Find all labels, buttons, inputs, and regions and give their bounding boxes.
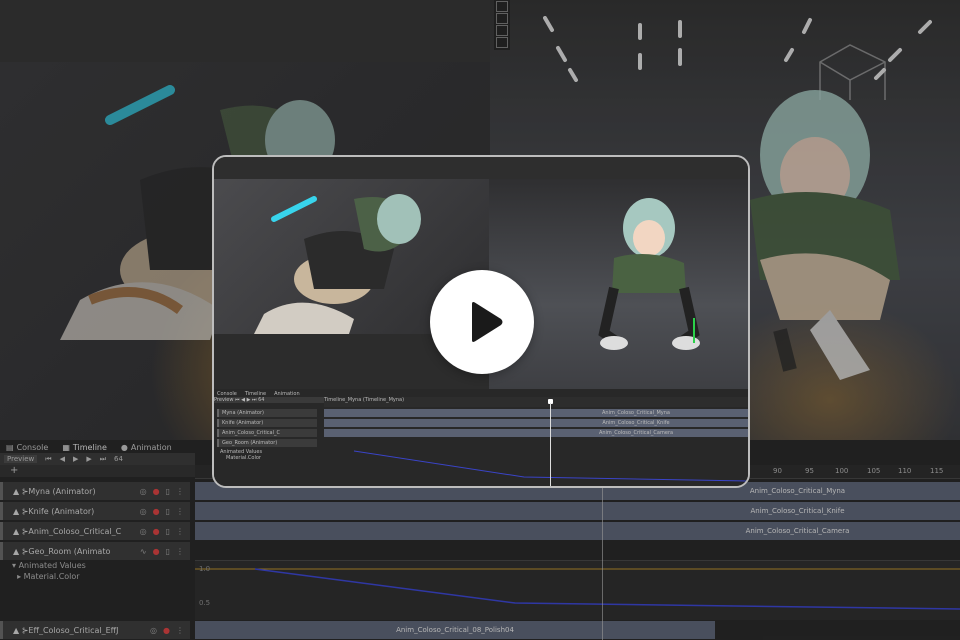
character-left	[254, 194, 421, 334]
material-color-label[interactable]: Material.Color	[226, 455, 261, 461]
track-header[interactable]: Anim_Coloso_Critical_C	[217, 429, 317, 437]
card-toolbar: Preview ⏮ ◀ ▶ ⏭ 64	[214, 397, 324, 403]
video-thumbnail: ▤ Console ▦ Timeline ● Animation Preview ⏮ …	[0, 0, 960, 640]
card-top-bar	[214, 157, 748, 179]
card-timeline-ruler[interactable]: Timeline_Myna (Timeline_Myna)	[324, 397, 748, 407]
timeline-asset-label: Timeline_Myna (Timeline_Myna)	[324, 397, 405, 403]
frame-field[interactable]: 64	[258, 397, 264, 403]
track-header[interactable]: Geo_Room (Animator)	[217, 439, 317, 447]
animation-clip[interactable]: Anim_Coloso_Critical_Camera	[324, 429, 748, 437]
preview-button[interactable]: Preview	[214, 397, 233, 403]
play-button[interactable]	[430, 270, 534, 374]
playhead[interactable]	[550, 403, 551, 486]
track-header[interactable]: Myna (Animator)	[217, 409, 317, 417]
character-right	[598, 198, 700, 350]
animation-clip[interactable]: Anim_Coloso_Critical_Myna	[324, 409, 748, 417]
play-icon	[472, 302, 503, 342]
card-timeline-window: Console Timeline Animation Preview ⏮ ◀ ▶…	[214, 389, 748, 486]
card-curve-graph	[353, 450, 748, 482]
animation-clip[interactable]: Anim_Coloso_Critical_Knife	[324, 419, 748, 427]
track-header[interactable]: Knife (Animator)	[217, 419, 317, 427]
